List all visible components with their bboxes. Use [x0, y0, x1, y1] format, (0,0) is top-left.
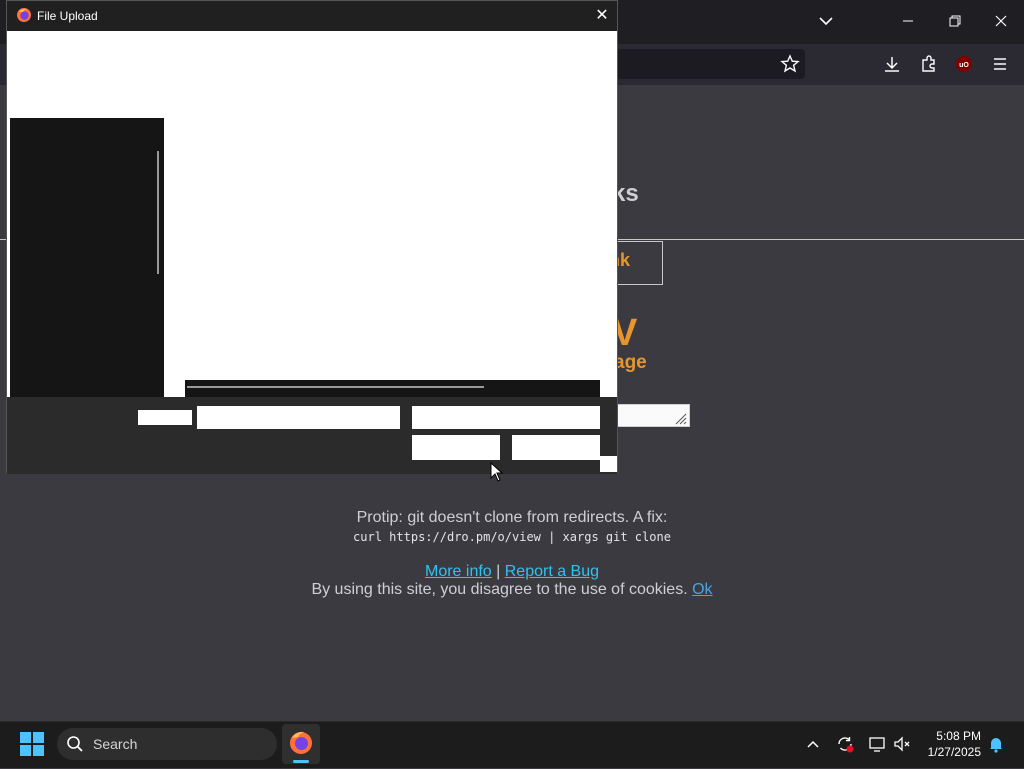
cookie-text: By using this site, you disagree to the … [311, 581, 688, 598]
notification-bell-icon[interactable] [986, 734, 1006, 754]
report-bug-link[interactable]: Report a Bug [505, 563, 599, 580]
extensions-icon[interactable] [917, 52, 941, 76]
file-upload-dialog: File Upload ✕ [6, 0, 618, 474]
menu-icon[interactable] [988, 52, 1012, 76]
restore-icon[interactable] [940, 6, 970, 36]
protip-text: Protip: git doesn't clone from redirects… [356, 509, 668, 526]
resize-grip-icon[interactable] [673, 411, 687, 425]
bookmark-star-icon[interactable] [778, 52, 802, 76]
clock-time[interactable]: 5:08 PM [925, 729, 981, 743]
dialog-title: File Upload [37, 9, 98, 23]
chevron-down-icon[interactable] [811, 6, 841, 36]
search-icon [66, 735, 84, 753]
firefox-icon [16, 7, 32, 23]
filetype-select[interactable] [412, 406, 600, 429]
taskbar-search[interactable] [57, 728, 277, 760]
file-list-scrollbar[interactable] [187, 386, 484, 388]
mouse-cursor-icon [490, 461, 504, 482]
navigation-scrollbar[interactable] [157, 151, 159, 274]
url-bar[interactable] [600, 49, 805, 79]
volume-muted-icon[interactable] [891, 733, 913, 755]
file-list-footer [185, 380, 600, 398]
active-app-indicator [293, 760, 309, 763]
clock-date[interactable]: 1/27/2025 [919, 745, 981, 759]
download-icon[interactable] [880, 52, 904, 76]
protip-code: curl https://dro.pm/o/view | xargs git c… [353, 530, 671, 544]
footer-links: More info | Report a Bug [0, 563, 1024, 581]
network-icon[interactable] [866, 733, 888, 755]
cancel-button[interactable] [512, 435, 600, 460]
cookie-notice: By using this site, you disagree to the … [0, 581, 1024, 599]
firefox-icon [290, 731, 312, 754]
more-info-link[interactable]: More info [425, 563, 492, 580]
navigation-pane[interactable] [10, 118, 164, 398]
dialog-titlebar[interactable] [7, 1, 617, 31]
logo-subtitle: age [614, 352, 647, 373]
cookie-ok-link[interactable]: Ok [692, 581, 712, 598]
filename-label [138, 410, 192, 425]
close-window-icon[interactable] [986, 6, 1016, 36]
dialog-corner [600, 456, 617, 472]
taskbar-firefox[interactable] [282, 724, 320, 764]
windows-start-icon[interactable] [18, 730, 46, 758]
svg-text:uO: uO [959, 62, 969, 69]
search-label: Search [93, 736, 138, 752]
open-button[interactable] [412, 435, 500, 460]
chevron-up-icon[interactable] [803, 735, 823, 755]
ublock-icon[interactable]: uO [953, 53, 975, 75]
sync-icon[interactable] [834, 733, 856, 755]
url-textarea[interactable] [614, 404, 690, 427]
minimize-icon[interactable] [893, 6, 923, 36]
close-icon[interactable]: ✕ [591, 5, 613, 27]
filename-input[interactable] [197, 406, 400, 429]
link-separator: | [491, 563, 505, 580]
